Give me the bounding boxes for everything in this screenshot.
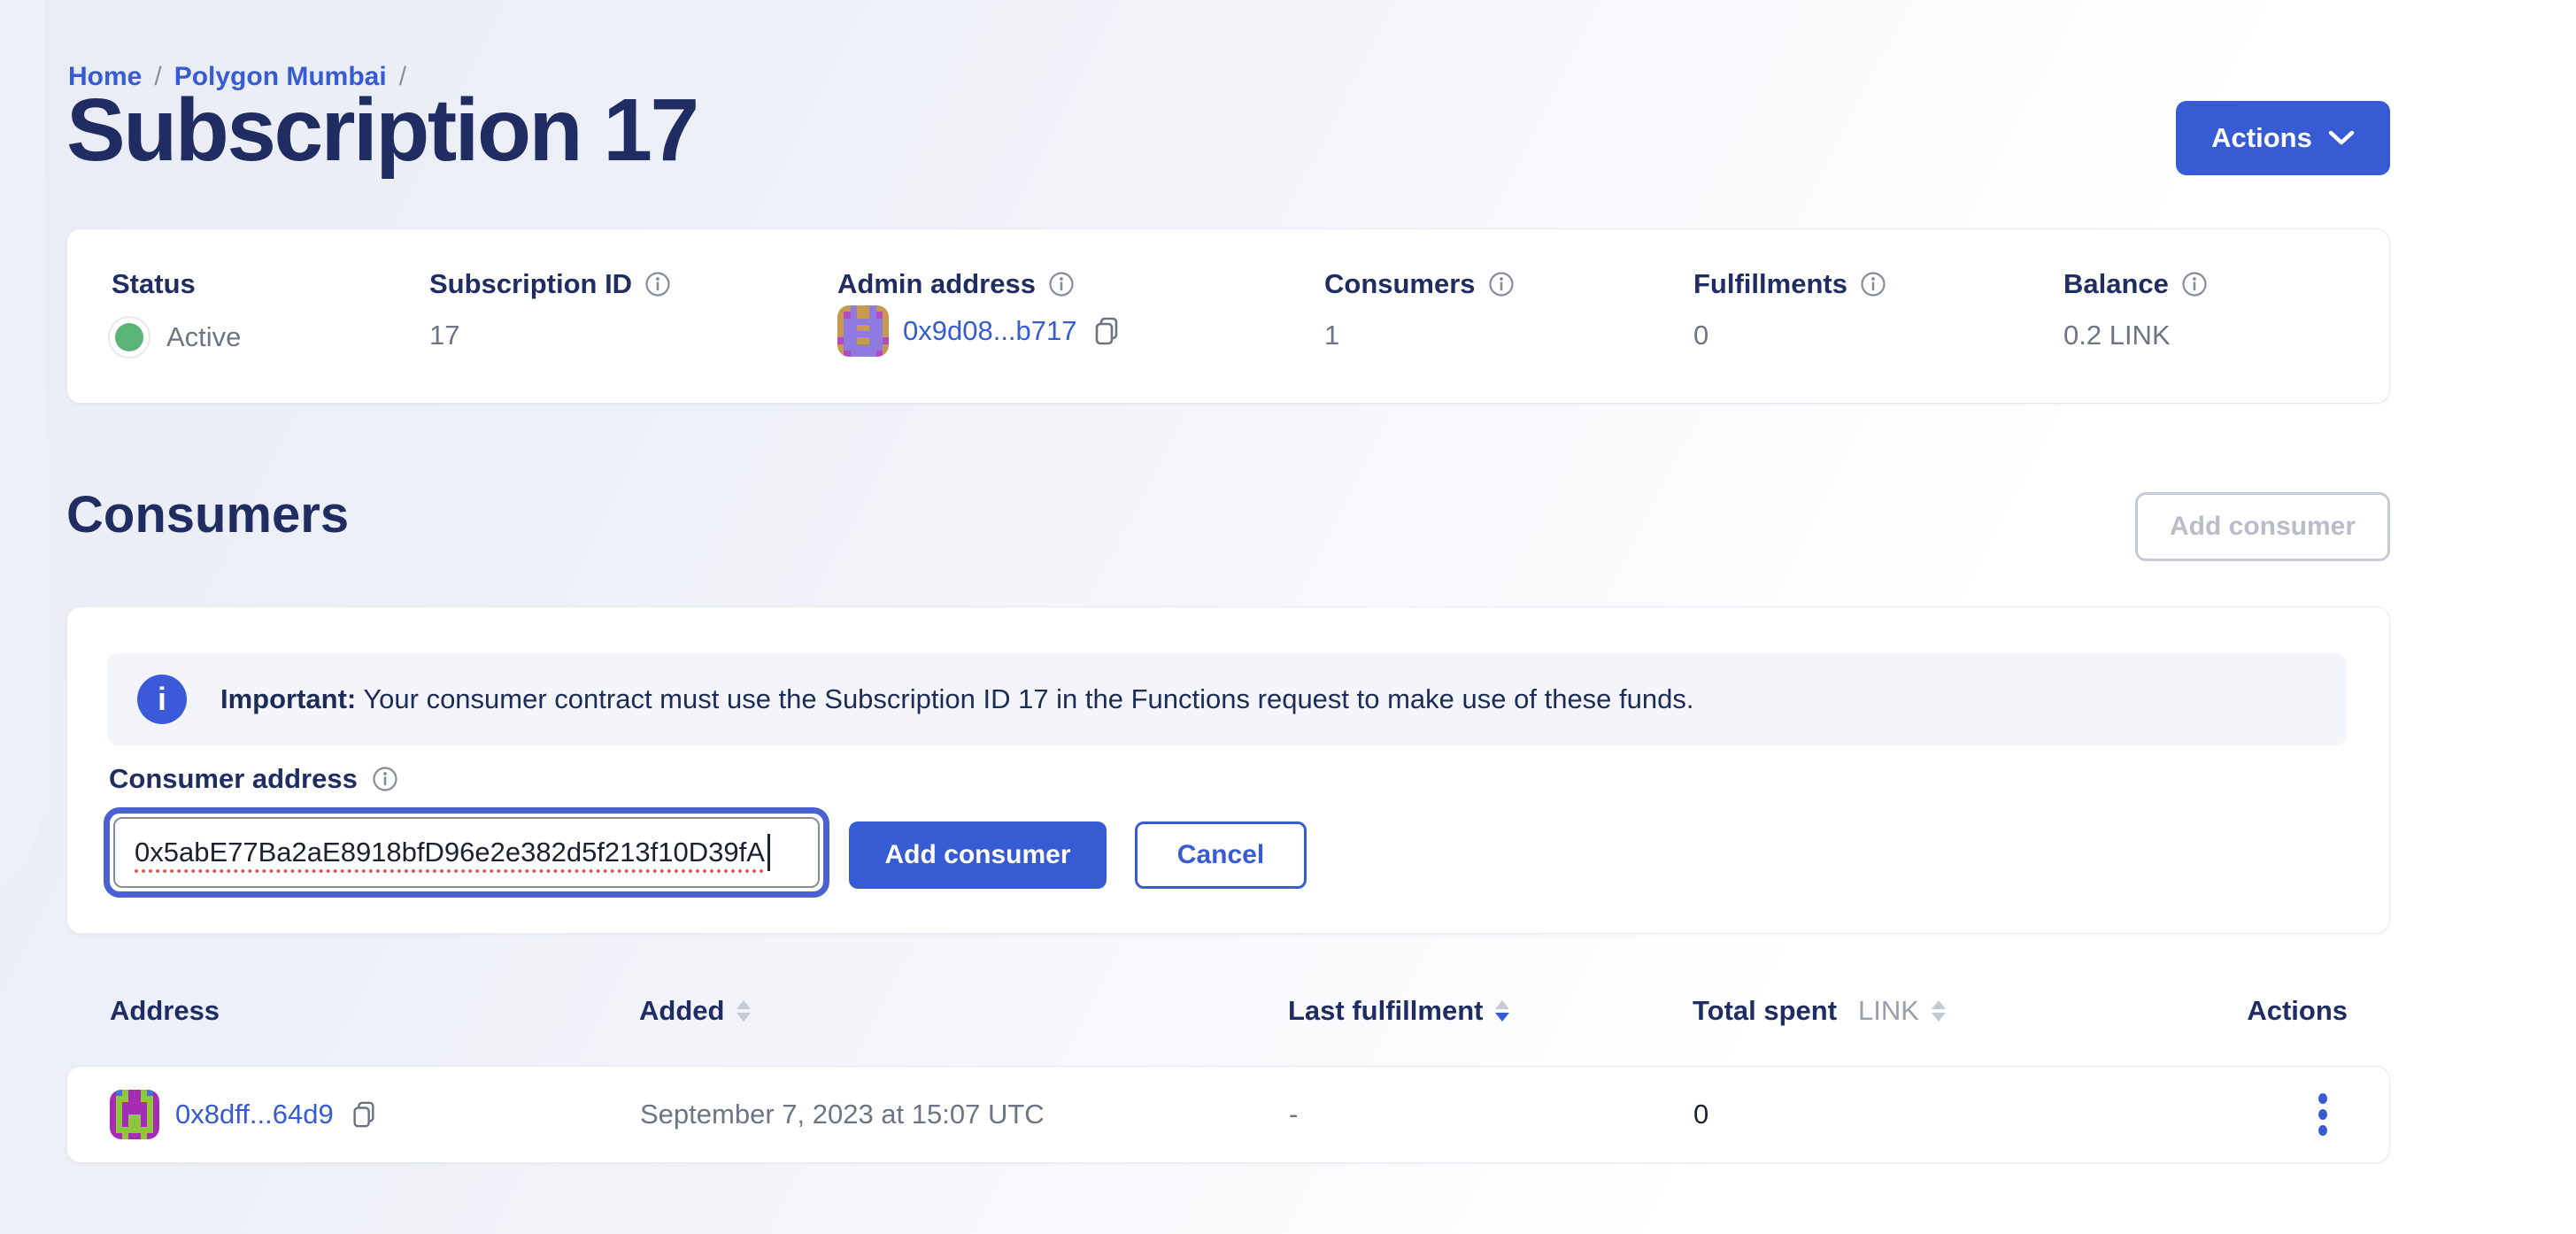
consumers-value: 1 [1324,320,1339,351]
col-header-total-spent[interactable]: Total spent LINK [1693,995,1946,1027]
consumers-table-header: Address Added Last fulfillment Total spe… [66,995,2390,1034]
row-cell-total-spent: 0 [1693,1099,1708,1130]
consumer-address-avatar [110,1090,159,1139]
status-dot [115,323,143,351]
subscription-overview-card: Status Active Subscription ID 17 Admin a… [66,228,2390,404]
consumer-address-input-value: 0x5abE77Ba2aE8918bfD96e2e382d5f213f10D39… [135,837,765,868]
total-spent-unit: LINK [1858,995,1919,1027]
sort-toggle-icon[interactable] [1495,1000,1509,1022]
actions-button-label: Actions [2211,122,2312,154]
cancel-button[interactable]: Cancel [1135,821,1307,889]
row-cell-last-fulfillment: - [1289,1099,1298,1130]
page-title: Subscription 17 [66,80,698,181]
subscription-id-label: Subscription ID [429,268,632,300]
balance-label: Balance [2063,268,2169,300]
subscription-id-value: 17 [429,320,459,351]
admin-address-label: Admin address [837,268,1036,300]
col-header-address: Address [110,995,220,1027]
alert-info-icon: i [137,675,187,724]
text-cursor [767,834,770,871]
admin-address-avatar [837,305,889,357]
status-label: Status [112,268,196,300]
sort-toggle-icon[interactable] [1932,1000,1946,1022]
col-header-last-fulfillment[interactable]: Last fulfillment [1288,995,1509,1027]
status-value: Active [166,321,241,353]
admin-address-link[interactable]: 0x9d08...b717 [903,315,1077,347]
page-content: Home / Polygon Mumbai / Subscription 17 … [66,0,2390,1234]
background-accent-shape [0,0,44,912]
info-icon[interactable] [644,271,671,297]
consumer-address-label: Consumer address [109,763,358,795]
copy-icon[interactable] [350,1099,378,1130]
add-consumer-submit-button[interactable]: Add consumer [849,821,1107,889]
chevron-down-icon [2328,130,2355,146]
info-icon[interactable] [2181,271,2208,297]
consumers-section-heading: Consumers [66,485,349,544]
col-header-added[interactable]: Added [639,995,751,1027]
alert-message: Your consumer contract must use the Subs… [356,683,1693,714]
sort-toggle-icon[interactable] [737,1000,751,1022]
kebab-menu-icon[interactable] [2311,1086,2334,1143]
info-icon[interactable] [1488,271,1515,297]
row-cell-address: 0x8dff...64d9 [110,1067,378,1162]
consumer-table-row: 0x8dff...64d9 September 7, 2023 at 15:07… [66,1066,2390,1163]
important-alert: i Important: Your consumer contract must… [107,653,2347,745]
balance-value: 0.2 LINK [2063,320,2171,351]
consumer-address-link[interactable]: 0x8dff...64d9 [175,1099,334,1130]
alert-prefix: Important: [220,683,356,714]
info-icon[interactable] [372,766,398,792]
copy-icon[interactable] [1091,315,1122,347]
row-cell-added: September 7, 2023 at 15:07 UTC [640,1099,1045,1130]
col-header-actions: Actions [2247,995,2348,1027]
info-icon[interactable] [1048,271,1075,297]
add-consumer-card: i Important: Your consumer contract must… [66,606,2390,934]
info-icon[interactable] [1860,271,1886,297]
consumer-address-input[interactable]: 0x5abE77Ba2aE8918bfD96e2e382d5f213f10D39… [104,807,829,898]
add-consumer-button-disabled[interactable]: Add consumer [2135,492,2390,561]
fulfillments-value: 0 [1693,320,1708,351]
fulfillments-label: Fulfillments [1693,268,1847,300]
actions-button[interactable]: Actions [2176,101,2390,175]
consumers-label: Consumers [1324,268,1476,300]
